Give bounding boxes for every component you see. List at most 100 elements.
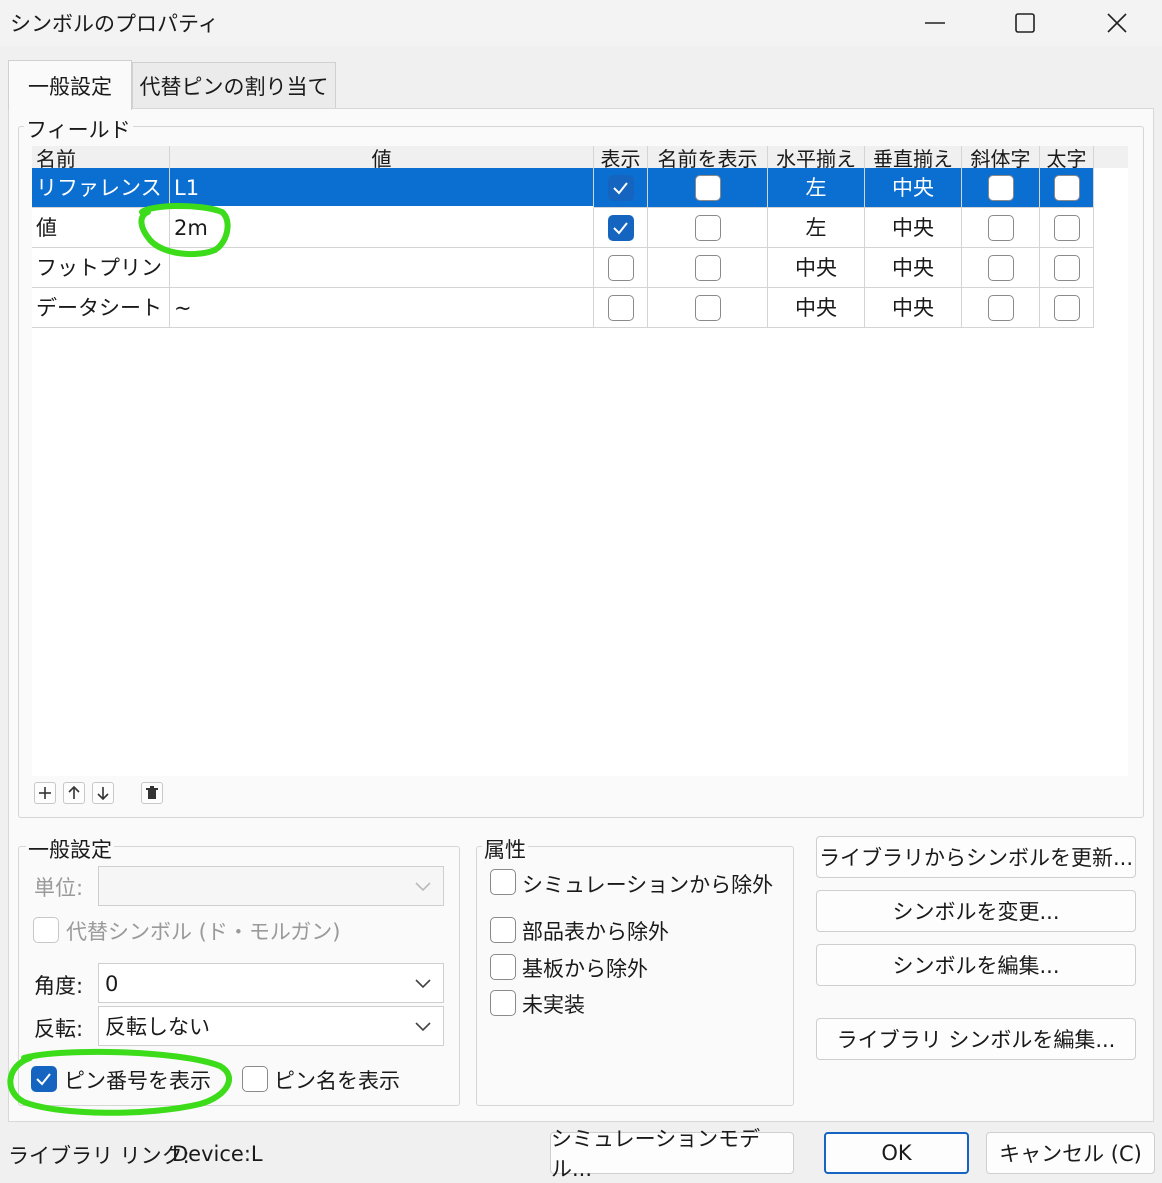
simulation-model-button[interactable]: シミュレーションモデル... — [550, 1127, 794, 1181]
change-symbol-button[interactable]: シンボルを変更... — [816, 890, 1136, 932]
plus-icon — [39, 787, 51, 799]
bold-checkbox[interactable] — [1053, 295, 1080, 321]
exclude-board-label: 基板から除外 — [522, 957, 648, 981]
show-checkbox[interactable] — [607, 255, 634, 281]
header-bold[interactable]: 太字 — [1040, 146, 1094, 168]
window-title: シンボルのプロパティ — [10, 12, 219, 36]
field-value-cell[interactable]: 2m — [170, 208, 594, 248]
header-h-align[interactable]: 水平揃え — [768, 146, 865, 168]
chevron-down-icon — [415, 882, 431, 892]
field-value-cell[interactable]: L1 — [170, 168, 594, 208]
field-value-cell[interactable] — [170, 248, 594, 288]
show-checkbox[interactable] — [607, 295, 634, 321]
show-name-checkbox[interactable] — [694, 255, 721, 281]
v-align-cell[interactable]: 中央 — [865, 288, 962, 328]
v-align-cell[interactable]: 中央 — [865, 208, 962, 248]
field-name-cell[interactable]: リファレンス — [32, 168, 170, 208]
add-field-button[interactable] — [34, 782, 56, 804]
italic-checkbox-cell — [962, 288, 1040, 328]
exclude-bom-checkbox[interactable] — [490, 917, 516, 943]
checkmark-icon — [36, 1073, 51, 1086]
unit-label: 単位: — [34, 876, 84, 900]
show-pin-numbers-checkbox[interactable] — [31, 1066, 57, 1092]
checkmark-icon — [612, 222, 628, 235]
show-name-checkbox-cell — [648, 248, 768, 288]
header-value[interactable]: 値 — [170, 146, 594, 168]
tab-alternate-pins[interactable]: 代替ピンの割り当て — [132, 62, 336, 108]
angle-select[interactable]: 0 — [98, 963, 444, 1003]
show-checkbox-cell — [594, 248, 648, 288]
field-name-cell[interactable]: データシート — [32, 288, 170, 328]
show-pin-names-checkbox[interactable] — [242, 1066, 268, 1092]
header-show[interactable]: 表示 — [594, 146, 648, 168]
bold-checkbox-cell — [1040, 288, 1094, 328]
bold-checkbox-cell — [1040, 248, 1094, 288]
italic-checkbox-cell — [962, 168, 1040, 208]
show-checkbox[interactable] — [607, 175, 634, 201]
show-checkbox-cell — [594, 168, 648, 208]
ok-button[interactable]: OK — [824, 1132, 969, 1174]
maximize-button[interactable] — [980, 0, 1070, 46]
h-align-cell[interactable]: 中央 — [768, 248, 865, 288]
italic-checkbox[interactable] — [987, 175, 1014, 201]
italic-checkbox-cell — [962, 248, 1040, 288]
h-align-cell[interactable]: 中央 — [768, 288, 865, 328]
bold-checkbox[interactable] — [1053, 255, 1080, 281]
header-italic[interactable]: 斜体字 — [962, 146, 1040, 168]
arrow-up-icon — [68, 786, 80, 799]
close-button[interactable] — [1072, 0, 1162, 46]
minimize-button[interactable] — [890, 0, 980, 46]
header-name[interactable]: 名前 — [32, 146, 170, 168]
dnp-label: 未実装 — [522, 993, 585, 1017]
show-name-checkbox[interactable] — [694, 175, 721, 201]
edit-symbol-button[interactable]: シンボルを編集... — [816, 944, 1136, 986]
italic-checkbox-cell — [962, 208, 1040, 248]
mirror-select[interactable]: 反転しない — [98, 1006, 444, 1046]
exclude-sim-label: シミュレーションから除外 — [522, 873, 774, 897]
unit-select[interactable] — [98, 866, 444, 906]
italic-checkbox[interactable] — [987, 255, 1014, 281]
chevron-down-icon — [415, 1022, 431, 1032]
show-pin-numbers-label: ピン番号を表示 — [64, 1069, 211, 1093]
attributes-group-label: 属性 — [482, 834, 528, 864]
italic-checkbox[interactable] — [987, 215, 1014, 241]
show-name-checkbox[interactable] — [694, 215, 721, 241]
h-align-cell[interactable]: 左 — [768, 208, 865, 248]
bold-checkbox-cell — [1040, 208, 1094, 248]
update-from-library-button[interactable]: ライブラリからシンボルを更新... — [816, 836, 1136, 878]
field-name-cell[interactable]: フットプリント — [32, 248, 170, 288]
trash-icon — [146, 786, 158, 799]
move-down-button[interactable] — [92, 782, 114, 804]
show-checkbox-cell — [594, 288, 648, 328]
bold-checkbox[interactable] — [1053, 215, 1080, 241]
show-checkbox-cell — [594, 208, 648, 248]
move-up-button[interactable] — [63, 782, 85, 804]
bold-checkbox[interactable] — [1053, 175, 1080, 201]
minimize-icon — [925, 22, 945, 24]
tab-general[interactable]: 一般設定 — [8, 60, 132, 110]
h-align-cell[interactable]: 左 — [768, 168, 865, 208]
v-align-cell[interactable]: 中央 — [865, 248, 962, 288]
fields-group-label: フィールド — [24, 114, 133, 144]
header-show-name[interactable]: 名前を表示 — [648, 146, 768, 168]
header-filler — [1094, 146, 1128, 168]
field-name-cell[interactable]: 値 — [32, 208, 170, 248]
edit-library-symbol-button[interactable]: ライブラリ シンボルを編集... — [816, 1018, 1136, 1060]
header-v-align[interactable]: 垂直揃え — [865, 146, 962, 168]
bold-checkbox-cell — [1040, 168, 1094, 208]
cancel-button[interactable]: キャンセル (C) — [986, 1132, 1155, 1174]
alt-symbol-label: 代替シンボル (ド・モルガン) — [66, 920, 341, 944]
delete-field-button[interactable] — [141, 782, 163, 804]
exclude-sim-checkbox[interactable] — [490, 869, 516, 895]
exclude-board-checkbox[interactable] — [490, 954, 516, 980]
show-checkbox[interactable] — [607, 215, 634, 241]
field-value-cell[interactable]: ~ — [170, 288, 594, 328]
dnp-checkbox[interactable] — [490, 990, 516, 1016]
show-name-checkbox-cell — [648, 208, 768, 248]
show-name-checkbox[interactable] — [694, 295, 721, 321]
v-align-cell[interactable]: 中央 — [865, 168, 962, 208]
italic-checkbox[interactable] — [987, 295, 1014, 321]
library-link-value: Device:L — [172, 1142, 263, 1166]
maximize-icon — [1015, 13, 1035, 33]
alt-symbol-checkbox[interactable] — [33, 917, 59, 943]
